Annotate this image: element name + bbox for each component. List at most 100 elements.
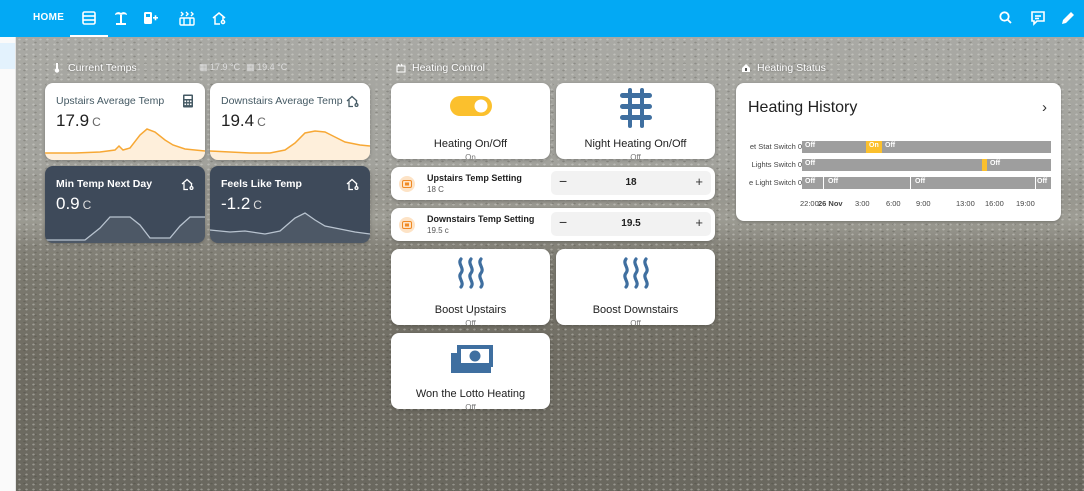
axis-label: 19:00 <box>1016 199 1035 208</box>
home-thermometer-icon[interactable] <box>208 7 230 29</box>
heating-status-title: Heating Status <box>757 62 826 74</box>
heating-status-header: Heating Status <box>741 62 826 74</box>
sensor-card-downstairs[interactable]: Downstairs Average Temp 19.4 C <box>210 83 370 160</box>
downstairs-temp-setting-row: Downstairs Temp Setting 19.5 c − 19.5 + <box>391 208 715 241</box>
heat-wave-icon <box>616 255 656 291</box>
assist-icon[interactable] <box>1028 8 1048 28</box>
home-thermometer-icon <box>346 95 359 108</box>
history-bar: Off Off <box>802 159 1051 171</box>
home-thermometer-icon <box>181 178 194 191</box>
badge-downstairs: ▦ 19.4 °C <box>246 62 288 72</box>
button-label: Night Heating On/Off <box>584 138 687 150</box>
button-label: Boost Downstairs <box>592 304 679 316</box>
history-segment: Off <box>912 177 1036 189</box>
axis-label: 22:00 <box>800 199 819 208</box>
upstairs-temp-setting-row: Upstairs Temp Setting 18 C − 18 + <box>391 167 715 200</box>
calculator-icon <box>183 94 193 108</box>
palm-tree-icon[interactable] <box>110 7 132 29</box>
home-thermometer-icon <box>346 178 359 191</box>
thermostat-icon <box>399 217 415 233</box>
history-segment: Off <box>825 177 911 189</box>
sensor-name: Downstairs Average Temp <box>221 95 343 107</box>
button-state: Off <box>630 319 641 325</box>
radiator-icon[interactable] <box>70 7 108 37</box>
sensor-name: Upstairs Average Temp <box>56 95 165 107</box>
current-temps-header: Current Temps <box>52 62 137 74</box>
sensor-graph <box>45 128 205 160</box>
sensor-graph <box>210 130 370 160</box>
history-segment: Off <box>802 177 824 189</box>
downstairs-temp-stepper[interactable]: − 19.5 + <box>551 212 711 236</box>
heating-history-card[interactable]: Heating History › et Stat Switch 0 Off O… <box>736 83 1061 221</box>
increment-button[interactable]: + <box>695 174 703 189</box>
setting-name: Downstairs Temp Setting <box>427 214 535 224</box>
sensor-card-feels-like[interactable]: Feels Like Temp -1.2 C <box>210 166 370 243</box>
thermometer-icon <box>54 63 60 73</box>
button-state: On <box>465 153 476 159</box>
history-segment: Off <box>1037 177 1051 189</box>
top-app-bar: HOME <box>0 0 1084 37</box>
upstairs-temp-stepper[interactable]: − 18 + <box>551 171 711 195</box>
heating-control-header: Heating Control <box>396 62 485 74</box>
search-icon[interactable] <box>996 8 1016 28</box>
button-state: Off <box>465 319 476 325</box>
history-row-label: e Light Switch 0 <box>749 178 802 187</box>
tab-home[interactable]: HOME <box>33 12 64 23</box>
sensor-name: Feels Like Temp <box>221 178 302 190</box>
sensor-card-min-temp[interactable]: Min Temp Next Day 0.9 C <box>45 166 205 243</box>
sensor-name: Min Temp Next Day <box>56 178 153 190</box>
button-state: Off <box>465 403 476 409</box>
cash-icon <box>447 341 495 375</box>
radiator-off-icon[interactable] <box>176 7 198 29</box>
stepper-value: 18 <box>625 177 637 188</box>
sidebar-selected-item[interactable] <box>0 43 15 69</box>
axis-label: 16:00 <box>985 199 1004 208</box>
history-segment: Off <box>802 141 866 153</box>
axis-label: 3:00 <box>855 199 870 208</box>
edit-icon[interactable] <box>1058 8 1078 28</box>
history-row-label: et Stat Switch 0 <box>749 142 802 151</box>
night-heating-button[interactable]: Night Heating On/Off Off <box>556 83 715 159</box>
sensor-graph <box>45 216 205 243</box>
history-bar: Off On Off <box>802 141 1051 153</box>
sensor-card-upstairs[interactable]: Upstairs Average Temp 17.9 C <box>45 83 205 160</box>
lotto-heating-button[interactable]: Won the Lotto Heating Off <box>391 333 550 409</box>
heating-control-title: Heating Control <box>412 62 485 74</box>
button-label: Won the Lotto Heating <box>415 388 526 400</box>
axis-label: 9:00 <box>916 199 931 208</box>
chevron-right-icon[interactable]: › <box>1042 99 1047 116</box>
history-segment: Off <box>882 141 1051 153</box>
history-row-label: Lights Switch 0 <box>751 160 802 169</box>
history-title: Heating History <box>748 99 858 116</box>
temp-badges: ▦ 17.9 °C ▦ 19.4 °C <box>199 62 287 73</box>
setting-name: Upstairs Temp Setting <box>427 173 522 183</box>
sidebar-strip <box>0 37 16 491</box>
sensor-graph <box>210 212 370 243</box>
stepper-value: 19.5 <box>621 218 641 229</box>
history-bar: Off Off Off Off <box>802 177 1051 189</box>
home-lock-icon <box>742 64 750 72</box>
heat-pump-icon[interactable] <box>140 7 162 29</box>
setting-current: 18 C <box>427 185 444 194</box>
history-segment: Off <box>987 159 1051 171</box>
heating-onoff-button[interactable]: Heating On/Off On <box>391 83 550 159</box>
boost-upstairs-button[interactable]: Boost Upstairs Off <box>391 249 550 325</box>
button-state: Off <box>630 153 641 159</box>
heat-wave-icon <box>451 255 491 291</box>
button-label: Boost Upstairs <box>434 304 507 316</box>
increment-button[interactable]: + <box>695 215 703 230</box>
history-row: et Stat Switch 0 Off On Off <box>736 141 1060 154</box>
history-segment: On <box>866 141 882 153</box>
history-row: Lights Switch 0 Off Off <box>736 159 1060 172</box>
axis-label: 13:00 <box>956 199 975 208</box>
radiator-icon <box>614 85 658 129</box>
toggle-on-icon <box>449 95 493 117</box>
axis-label: 26 Nov <box>818 199 843 208</box>
history-segment: Off <box>802 159 982 171</box>
button-label: Heating On/Off <box>433 138 508 150</box>
boost-downstairs-button[interactable]: Boost Downstairs Off <box>556 249 715 325</box>
radiator-small-icon <box>396 63 406 73</box>
current-temps-title: Current Temps <box>68 62 137 74</box>
history-row: e Light Switch 0 Off Off Off Off <box>736 177 1060 190</box>
thermostat-icon <box>399 176 415 192</box>
